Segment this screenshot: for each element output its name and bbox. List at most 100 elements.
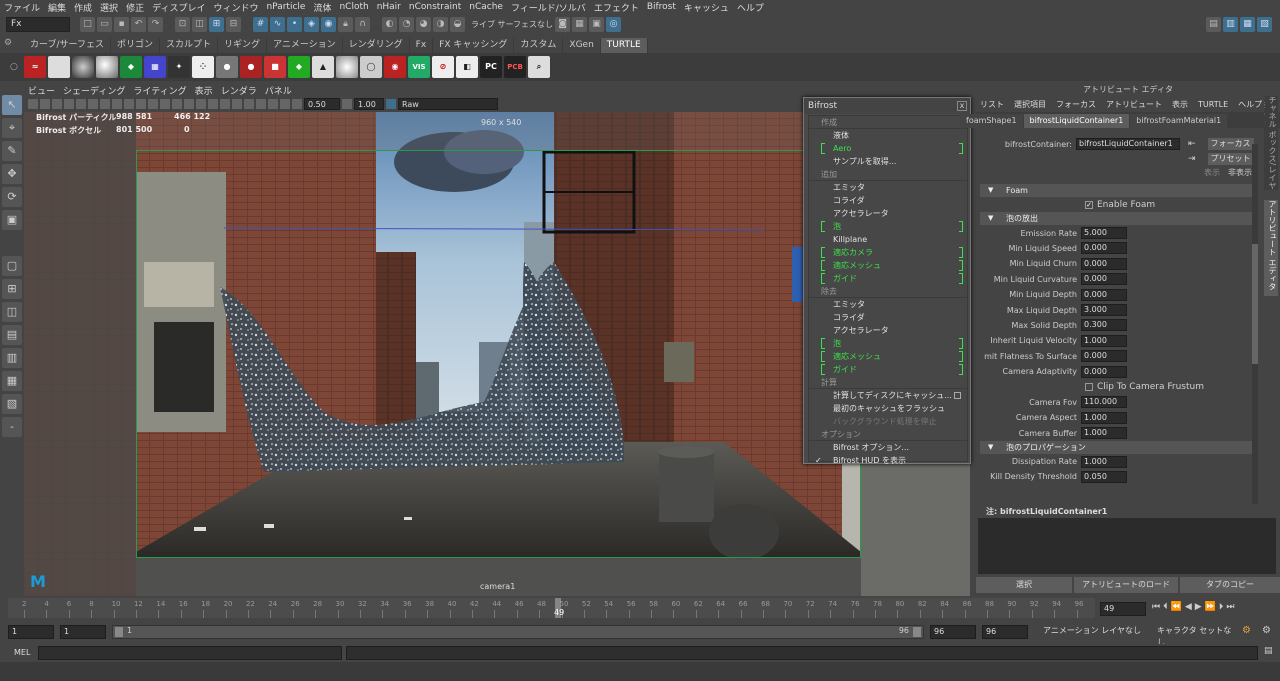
scale-tool-icon[interactable]: ▣ <box>2 210 22 230</box>
attr-value-field[interactable]: 0.000 <box>1081 257 1127 270</box>
light-shelf-icon[interactable]: ✦ <box>168 56 190 78</box>
section-foam-emission[interactable]: 泡の放出 <box>980 212 1252 226</box>
select-component-icon[interactable]: ⊞ <box>209 16 224 32</box>
play-back-icon[interactable]: ◀ <box>1185 602 1192 612</box>
image-plane-icon[interactable] <box>64 99 74 109</box>
layout-icon[interactable]: ▦ <box>2 371 22 391</box>
shelf-menu-icon[interactable]: ○ <box>10 62 18 72</box>
menu-16[interactable]: キャッシュ <box>680 1 733 14</box>
side-tab-attribute-editor[interactable]: アトリビュート エディタ <box>1264 200 1278 296</box>
sphere-shelf-icon[interactable] <box>72 56 94 78</box>
select-hierarchy-icon[interactable]: ⊡ <box>175 16 190 32</box>
no-vis-shelf-icon[interactable]: ⊘ <box>432 56 454 78</box>
new-scene-icon[interactable]: □ <box>80 16 95 32</box>
shelf-tab-4[interactable]: アニメーション <box>267 38 343 53</box>
render-settings-icon[interactable]: ◑ <box>433 16 448 32</box>
sphere2-shelf-icon[interactable]: ● <box>216 56 238 78</box>
menu-item-add-collider[interactable]: コライダ <box>809 194 967 207</box>
attr-value-field[interactable]: 1.000 <box>1081 334 1127 347</box>
playback-end-field[interactable]: 96 <box>930 625 976 639</box>
view-transform-dropdown[interactable]: Raw <box>398 98 498 110</box>
menu-item-remove-guide[interactable]: ガイド <box>809 363 967 376</box>
menu-item-add-killplane[interactable]: Killplane <box>809 233 967 246</box>
menu-item-remove-collider[interactable]: コライダ <box>809 311 967 324</box>
menu-item-add-adaptive-camera[interactable]: 適応カメラ <box>809 246 967 259</box>
viewport-menu-2[interactable]: ライティング <box>129 84 190 97</box>
go-to-start-icon[interactable]: ⏮ <box>1152 602 1160 612</box>
motion-blur-icon[interactable] <box>220 99 230 109</box>
attr-menu-6[interactable]: ヘルプ <box>1238 99 1262 110</box>
menu-4[interactable]: 修正 <box>122 1 148 14</box>
toggle-attribute-editor-icon[interactable]: ▥ <box>1223 16 1238 32</box>
toggle-channel-box-icon[interactable]: ▦ <box>1240 16 1255 32</box>
select-tool-icon[interactable]: ↖ <box>2 95 22 115</box>
layout3-icon[interactable]: - <box>2 417 22 437</box>
snap-grid-icon[interactable]: # <box>253 16 268 32</box>
bake-shelf-icon[interactable]: ▲ <box>312 56 334 78</box>
select-button[interactable]: 選択 <box>976 577 1072 593</box>
safe-action-icon[interactable] <box>136 99 146 109</box>
color-management-icon[interactable] <box>386 99 396 109</box>
attr-menu-2[interactable]: フォーカス <box>1056 99 1096 110</box>
menu-item-show-hud[interactable]: ✓ Bifrost HUD を表示 <box>809 454 967 467</box>
pc-shelf-icon[interactable]: PC <box>480 56 502 78</box>
shelf-tab-0[interactable]: カーブ/サーフェス <box>24 38 111 53</box>
playback-prefs-icon[interactable]: ⚙ <box>1262 625 1271 636</box>
camera-icon[interactable]: ◙ <box>555 16 571 32</box>
green-gem-shelf-icon[interactable]: ◆ <box>288 56 310 78</box>
current-frame-field[interactable]: 49 <box>1100 602 1146 616</box>
camera-attrib-icon[interactable] <box>40 99 50 109</box>
hw-vis-shelf-icon[interactable]: VIS <box>408 56 430 78</box>
focus-arrow-icon[interactable]: ⇤ <box>1188 139 1196 149</box>
command-input[interactable] <box>38 646 342 660</box>
menu-item-sample[interactable]: サンプルを取得... <box>809 155 967 168</box>
menu-6[interactable]: ウィンドウ <box>209 1 262 14</box>
camera-select-icon[interactable] <box>28 99 38 109</box>
container-name-field[interactable]: bifrostLiquidContainer1 <box>1076 138 1180 150</box>
single-view-icon[interactable]: ▢ <box>2 256 22 276</box>
step-back-frame-icon[interactable]: ⏪ <box>1171 602 1182 612</box>
menu-3[interactable]: 選択 <box>96 1 122 14</box>
ao-icon[interactable] <box>208 99 218 109</box>
show-channels-icon[interactable]: ▦ <box>572 16 588 32</box>
menu-item-add-adaptive-mesh[interactable]: 適応メッシュ <box>809 259 967 272</box>
attr-menu-4[interactable]: 表示 <box>1172 99 1188 110</box>
render-icon[interactable]: ◔ <box>399 16 414 32</box>
attr-tab-1[interactable]: bifrostLiquidContainer1 <box>1023 114 1130 128</box>
isolate-icon[interactable] <box>244 99 254 109</box>
four-view-icon[interactable]: ⊞ <box>2 279 22 299</box>
menu-item-remove-emitter[interactable]: エミッタ <box>809 298 967 311</box>
lights-icon[interactable] <box>184 99 194 109</box>
grid-shelf-icon[interactable]: ▦ <box>144 56 166 78</box>
menu-item-aero[interactable]: Aero <box>809 142 967 155</box>
film-gate-icon[interactable] <box>88 99 98 109</box>
graph-view-icon[interactable]: ▥ <box>2 348 22 368</box>
cube-shelf-icon[interactable] <box>48 56 70 78</box>
menu-2[interactable]: 作成 <box>70 1 96 14</box>
menu-item-add-accelerator[interactable]: アクセラレータ <box>809 207 967 220</box>
close-icon[interactable]: x <box>957 101 967 111</box>
shader-ball-icon[interactable] <box>96 56 118 78</box>
undo-icon[interactable]: ↶ <box>131 16 146 32</box>
section-foam-propagation[interactable]: 泡のプロパゲーション <box>980 440 1252 454</box>
attr-value-field[interactable]: 3.000 <box>1081 304 1127 317</box>
menu-item-flush-cache[interactable]: 最初のキャッシュをフラッシュ <box>809 402 967 415</box>
open-scene-icon[interactable]: ▭ <box>97 16 112 32</box>
xray-comp-icon[interactable] <box>280 99 290 109</box>
attr-value-field[interactable]: 0.000 <box>1081 350 1127 363</box>
menu-item-bifrost-options[interactable]: Bifrost オプション... <box>809 441 967 454</box>
attr-value-field[interactable]: 0.000 <box>1081 242 1127 255</box>
load-attributes-button[interactable]: アトリビュートのロード <box>1074 577 1178 593</box>
history-icon[interactable]: ◐ <box>382 16 397 32</box>
copy-tab-button[interactable]: タブのコピー <box>1180 577 1280 593</box>
enable-foam-checkbox[interactable]: ✓ <box>1085 200 1093 209</box>
outliner-view-icon[interactable]: ▤ <box>2 325 22 345</box>
attr-menu-5[interactable]: TURTLE <box>1198 100 1228 109</box>
menu-12[interactable]: nCache <box>465 2 507 12</box>
snap-curve-icon[interactable]: ∿ <box>270 16 285 32</box>
animation-start-field[interactable]: 1 <box>8 625 54 639</box>
attr-value-field[interactable]: 0.000 <box>1081 365 1127 378</box>
attribute-scrollbar[interactable] <box>1252 144 1258 504</box>
snap-point-icon[interactable]: • <box>287 16 302 32</box>
play-forward-icon[interactable]: ▶ <box>1195 602 1202 612</box>
